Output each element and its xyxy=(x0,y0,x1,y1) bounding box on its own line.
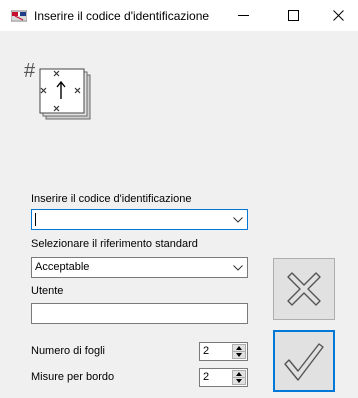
measures-per-edge-stepper[interactable]: 2 xyxy=(199,368,248,387)
sheet-id-measure-icon: # xyxy=(24,61,91,120)
maximize-button[interactable] xyxy=(270,0,316,31)
text-caret xyxy=(35,213,36,226)
x-icon xyxy=(287,272,321,306)
spin-down-icon[interactable] xyxy=(236,353,242,357)
minimize-icon xyxy=(237,15,249,16)
check-icon xyxy=(284,343,324,381)
close-button[interactable] xyxy=(315,0,358,31)
spin-divider xyxy=(233,377,245,378)
measures-per-edge-label: Misure per bordo xyxy=(31,371,115,383)
svg-text:#: # xyxy=(24,61,36,82)
app-flag-icon xyxy=(11,10,27,22)
close-icon xyxy=(332,10,344,21)
chevron-down-icon[interactable] xyxy=(233,217,243,223)
sheet-count-label: Numero di fogli xyxy=(31,345,105,357)
user-input[interactable] xyxy=(31,303,248,324)
cancel-button[interactable] xyxy=(273,258,335,320)
sheet-count-stepper[interactable]: 2 xyxy=(199,342,248,361)
spin-divider xyxy=(233,351,245,352)
maximize-icon xyxy=(287,10,299,21)
spin-buttons[interactable] xyxy=(232,370,246,385)
measures-per-edge-value: 2 xyxy=(203,371,210,383)
chevron-down-icon[interactable] xyxy=(233,265,243,271)
dialog-client-area: # Inserire il codice d'identificazione S… xyxy=(0,31,358,398)
window-title: Inserire il codice d'identificazione xyxy=(34,9,210,23)
sheet-count-value: 2 xyxy=(203,345,210,357)
spin-buttons[interactable] xyxy=(232,344,246,359)
standard-reference-label: Selezionare il riferimento standard xyxy=(31,238,198,250)
standard-reference-select[interactable]: Acceptable xyxy=(31,257,248,278)
id-code-combobox[interactable] xyxy=(31,209,248,230)
id-code-label: Inserire il codice d'identificazione xyxy=(31,193,192,205)
spin-down-icon[interactable] xyxy=(236,379,242,383)
title-bar: Inserire il codice d'identificazione xyxy=(0,0,358,31)
user-label: Utente xyxy=(31,285,64,297)
standard-reference-value: Acceptable xyxy=(35,261,90,273)
spin-up-icon[interactable] xyxy=(236,346,242,350)
ok-button[interactable] xyxy=(273,330,335,392)
minimize-button[interactable] xyxy=(220,0,266,31)
spin-up-icon[interactable] xyxy=(236,372,242,376)
